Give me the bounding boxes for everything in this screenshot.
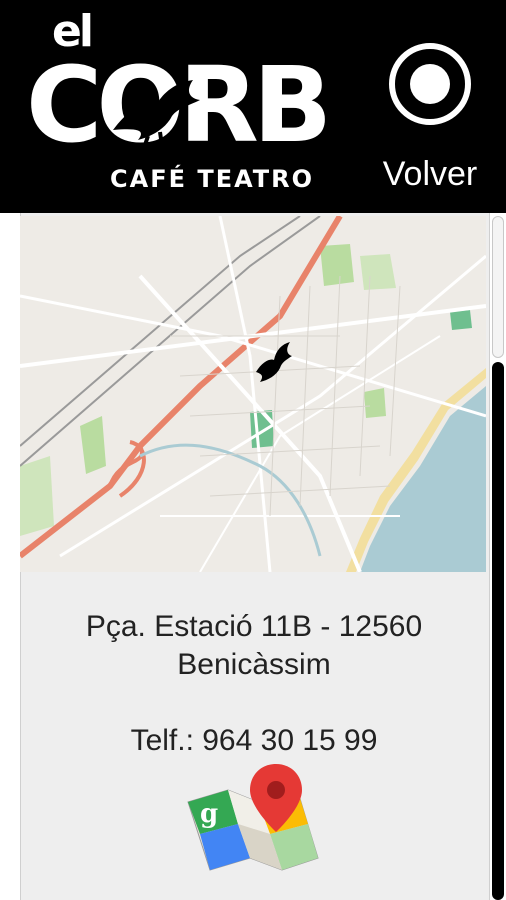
- crow-logo-icon: [113, 80, 200, 149]
- scrollbar-thumb[interactable]: [492, 362, 504, 900]
- address-line-1: Pça. Estació 11B - 12560: [85, 610, 423, 643]
- scrollbar-upper-track: [492, 216, 504, 358]
- app-header: el CORB CAFÉ TEATRO Volver: [0, 0, 506, 213]
- location-map[interactable]: [20, 216, 486, 572]
- address-line-2: Benicàssim: [177, 648, 331, 681]
- map-graphic: [20, 216, 486, 572]
- phone-number[interactable]: Telf.: 964 30 15 99: [20, 722, 488, 760]
- address-block: Pça. Estació 11B - 12560 Benicàssim: [20, 608, 488, 684]
- logo-subtitle: CAFÉ TEATRO: [110, 165, 315, 193]
- back-ring-icon: [389, 43, 471, 125]
- back-button-label: Volver: [382, 155, 478, 193]
- svg-text:g: g: [200, 799, 218, 829]
- google-maps-icon[interactable]: g: [178, 762, 328, 880]
- back-button[interactable]: Volver: [372, 36, 488, 196]
